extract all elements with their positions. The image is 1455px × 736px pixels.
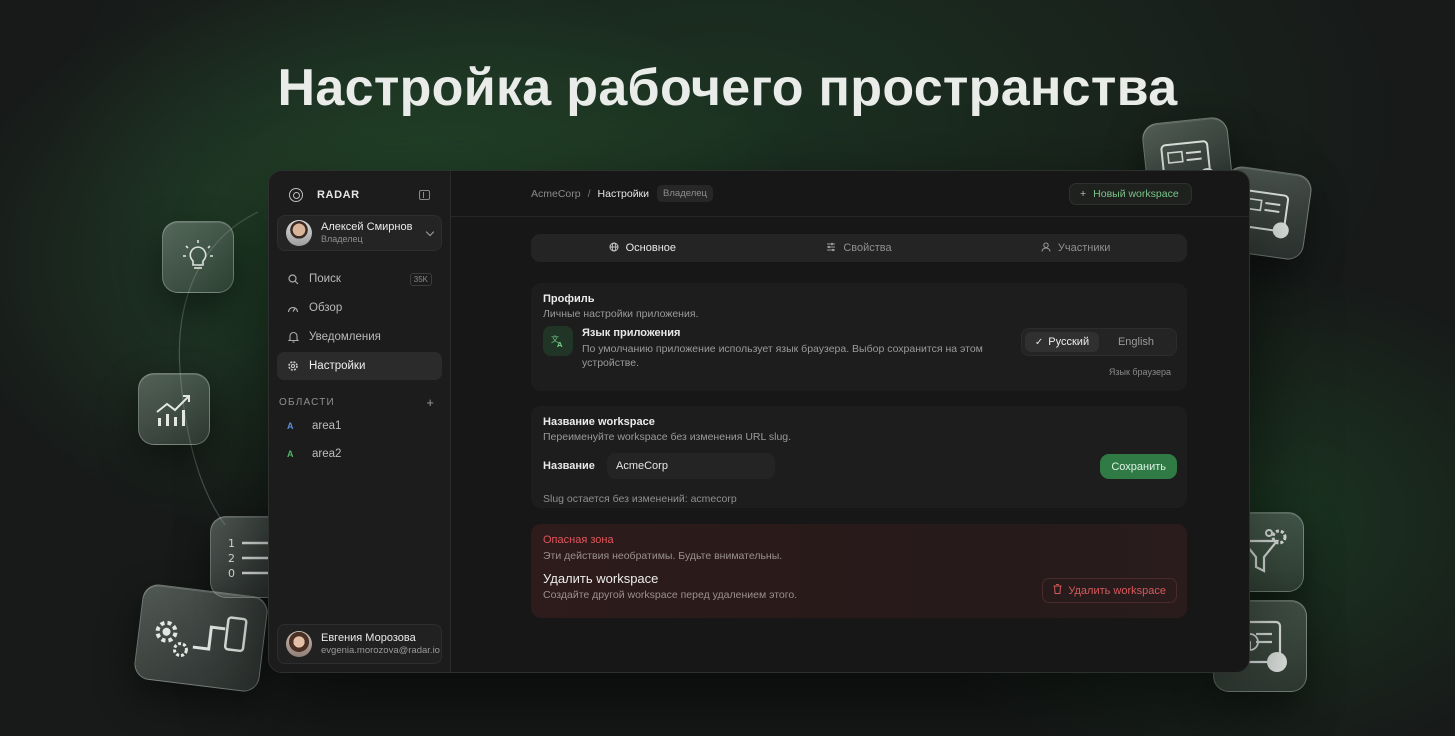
check-icon: ✓ — [1034, 336, 1044, 348]
chart-icon — [156, 395, 190, 426]
shortcut-badge: 35K — [409, 272, 432, 286]
profile-subtitle: Личные настройки приложения. — [543, 308, 699, 320]
translate-icon: 文A — [543, 326, 573, 356]
sidebar-item-label: Уведомления — [309, 331, 381, 343]
tab-properties[interactable]: Свойства — [751, 237, 968, 259]
sidebar: RADAR Алексей Смирнов Владелец Поиск 35K — [269, 171, 451, 672]
add-area-button[interactable]: + — [426, 395, 440, 410]
sidebar-nav: Поиск 35K Обзор Уведомления Настройки — [277, 265, 442, 380]
areas-heading: ОБЛАСТИ + — [277, 392, 442, 412]
sliders-icon — [826, 242, 836, 255]
workspace-user-switcher[interactable]: Алексей Смирнов Владелец — [277, 215, 442, 251]
new-workspace-label: Новый workspace — [1093, 188, 1179, 200]
settings-tabs: Основное Свойства Участники — [531, 234, 1187, 262]
main-content: AcmeCorp / Настройки Владелец + Новый wo… — [451, 171, 1249, 672]
slug-note: Slug остается без изменений: acmecorp — [543, 493, 737, 505]
sidebar-item-notifications[interactable]: Уведомления — [277, 323, 442, 351]
user-name: Алексей Смирнов — [321, 221, 413, 233]
new-workspace-button[interactable]: + Новый workspace — [1069, 183, 1192, 205]
sidebar-item-area1[interactable]: A area1 — [277, 412, 442, 440]
profile-title: Профиль — [543, 293, 595, 305]
tab-members[interactable]: Участники — [967, 237, 1184, 259]
save-button[interactable]: Сохранить — [1100, 454, 1177, 479]
breadcrumb-separator: / — [587, 187, 591, 200]
trash-icon — [1053, 584, 1062, 597]
lightbulb-tile — [162, 221, 234, 293]
svg-text:1: 1 — [228, 537, 235, 550]
breadcrumb-current: Настройки — [597, 187, 650, 200]
search-icon — [287, 273, 299, 285]
lightbulb-icon — [183, 240, 213, 269]
profile-card: Профиль Личные настройки приложения. 文A … — [531, 283, 1187, 391]
tab-label: Основное — [625, 242, 677, 254]
sidebar-item-search[interactable]: Поиск 35K — [277, 265, 442, 293]
app-window: RADAR Алексей Смирнов Владелец Поиск 35K — [268, 170, 1250, 673]
workspace-name-subtitle: Переименуйте workspace без изменения URL… — [543, 431, 792, 443]
sidebar-item-label: Обзор — [309, 302, 343, 314]
footer-user-name: Евгения Морозова — [321, 631, 416, 644]
radar-logo-icon — [289, 188, 303, 202]
delete-workspace-button[interactable]: Удалить workspace — [1042, 578, 1177, 603]
tab-label: Свойства — [843, 242, 892, 254]
sidebar-item-overview[interactable]: Обзор — [277, 294, 442, 322]
bell-icon — [287, 331, 299, 343]
chart-tile — [138, 373, 210, 445]
workspace-name-input[interactable]: AcmeCorp — [607, 453, 775, 479]
gauge-icon — [287, 302, 299, 314]
language-hint: Язык браузера — [1108, 367, 1171, 377]
sidebar-item-area2[interactable]: A area2 — [277, 440, 442, 468]
brand-name: RADAR — [317, 189, 360, 201]
topbar: AcmeCorp / Настройки Владелец + Новый wo… — [451, 171, 1249, 217]
svg-text:A: A — [557, 341, 563, 348]
delete-workspace-label: Удалить workspace — [1068, 584, 1166, 597]
hero-title: Настройка рабочего пространства — [277, 59, 1178, 117]
sidebar-item-label: Поиск — [309, 273, 341, 285]
plus-icon: + — [1080, 188, 1087, 200]
sidebar-toggle-icon[interactable] — [419, 190, 430, 200]
language-option-ru[interactable]: ✓ Русский — [1025, 332, 1099, 352]
user-icon — [1041, 242, 1051, 255]
tab-label: Участники — [1057, 242, 1111, 254]
language-switch: ✓ Русский English — [1021, 328, 1177, 356]
globe-icon — [609, 242, 619, 255]
language-option-en[interactable]: English — [1099, 332, 1173, 352]
avatar — [286, 220, 312, 246]
footer-user-email: evgenia.morozova@radar.io — [321, 644, 440, 656]
area-label: area1 — [312, 420, 342, 432]
areas-heading-label: ОБЛАСТИ — [279, 396, 335, 408]
brand-row: RADAR — [277, 179, 442, 211]
sidebar-item-settings[interactable]: Настройки — [277, 352, 442, 380]
breadcrumb-root[interactable]: AcmeCorp — [531, 188, 581, 200]
gear-icon — [287, 360, 299, 372]
tab-general[interactable]: Основное — [534, 237, 751, 259]
language-option-label: Русский — [1048, 336, 1090, 348]
danger-zone-title: Опасная зона — [543, 534, 614, 546]
role-badge: Владелец — [657, 185, 713, 202]
svg-text:2: 2 — [228, 552, 235, 565]
chevron-down-icon — [425, 227, 435, 236]
current-user-card[interactable]: Евгения Морозова evgenia.morozova@radar.… — [277, 624, 442, 664]
avatar — [286, 631, 312, 657]
language-description: По умолчанию приложение использует язык … — [582, 343, 983, 370]
workflow-tile — [132, 582, 270, 694]
workspace-name-card: Название workspace Переименуйте workspac… — [531, 406, 1187, 508]
workspace-name-label: Название — [543, 460, 595, 472]
area-badge: A — [287, 421, 294, 431]
language-option-label: English — [1117, 336, 1155, 348]
danger-zone-card: Опасная зона Эти действия необратимы. Бу… — [531, 524, 1187, 618]
area-badge: A — [287, 449, 294, 459]
workspace-name-title: Название workspace — [543, 416, 655, 428]
area-label: area2 — [312, 448, 342, 460]
user-role: Владелец — [321, 234, 363, 245]
danger-zone-subtitle: Эти действия необратимы. Будьте внимател… — [543, 550, 783, 562]
workspace-name-row: Название AcmeCorp — [543, 453, 1175, 479]
language-title: Язык приложения — [582, 327, 681, 339]
workflow-icon — [155, 616, 248, 658]
sidebar-item-label: Настройки — [309, 360, 366, 372]
svg-text:0: 0 — [228, 567, 235, 579]
